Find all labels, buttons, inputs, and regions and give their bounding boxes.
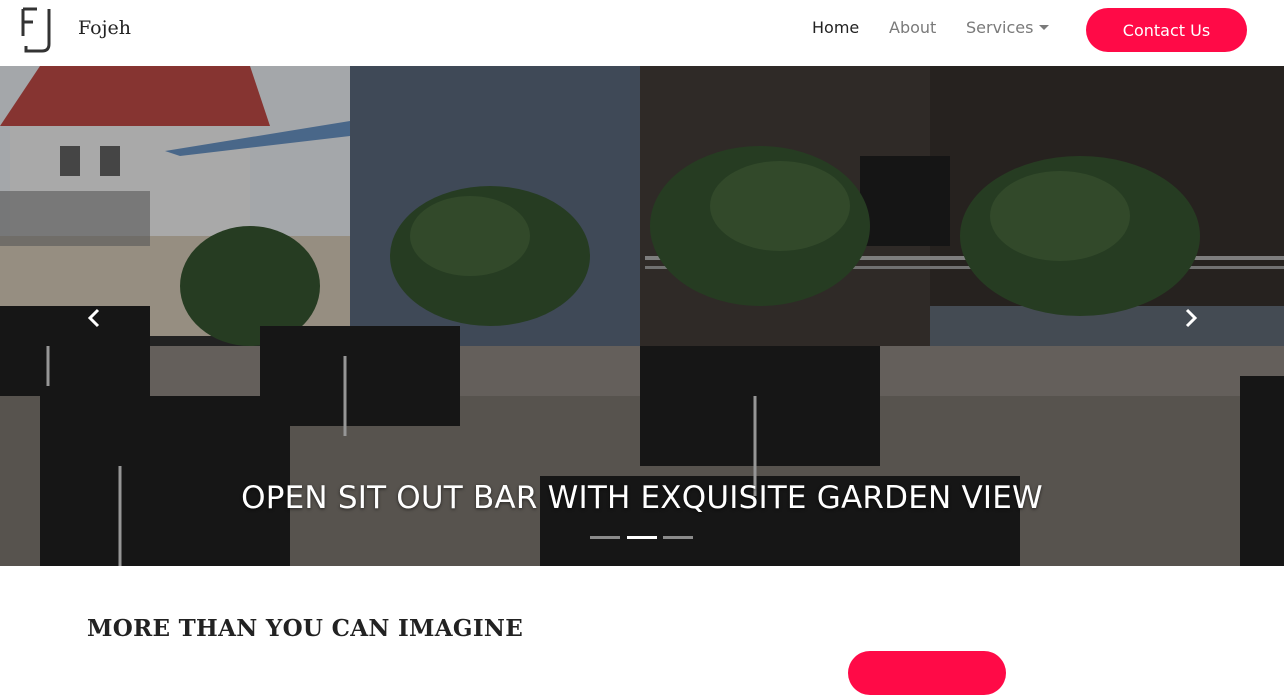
intro-title: MORE THAN YOU CAN IMAGINE (87, 615, 524, 642)
carousel-prev-button[interactable] (80, 303, 110, 333)
nav-services-label: Services (966, 18, 1034, 37)
brand-name[interactable]: Fojeh (78, 16, 131, 40)
hero-carousel: OPEN SIT OUT BAR WITH EXQUISITE GARDEN V… (0, 66, 1284, 566)
intro-button[interactable] (848, 651, 1006, 695)
contact-us-button[interactable]: Contact Us (1086, 8, 1247, 52)
navbar: Fojeh Home About Services Contact Us (0, 0, 1284, 66)
carousel-next-button[interactable] (1175, 303, 1205, 333)
carousel-indicator[interactable] (663, 536, 693, 539)
nav-services-dropdown[interactable]: Services (966, 18, 1050, 38)
logo-icon[interactable] (20, 6, 54, 54)
carousel-indicators (590, 536, 694, 542)
carousel-indicator-active[interactable] (627, 536, 657, 539)
nav-home-link[interactable]: Home (812, 18, 859, 38)
chevron-right-icon (1185, 308, 1198, 328)
caret-down-icon (1039, 25, 1050, 30)
carousel-indicator[interactable] (590, 536, 620, 539)
hero-caption: OPEN SIT OUT BAR WITH EXQUISITE GARDEN V… (241, 480, 1043, 516)
nav-about-link[interactable]: About (889, 18, 936, 38)
chevron-left-icon (87, 308, 100, 328)
